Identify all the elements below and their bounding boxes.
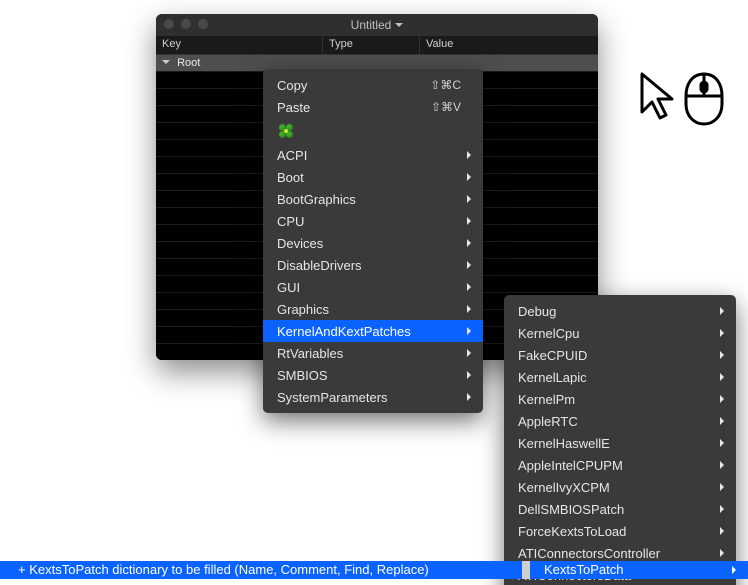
menu-item-label: Devices	[277, 236, 461, 251]
submenu-item[interactable]: KernelLapic	[504, 366, 736, 388]
traffic-lights[interactable]	[164, 19, 208, 29]
window-titlebar[interactable]: Untitled	[156, 14, 598, 36]
menu-item-label: SMBIOS	[277, 368, 461, 383]
submenu-item[interactable]: KernelHaswellE	[504, 432, 736, 454]
submenu-item[interactable]: AppleRTC	[504, 410, 736, 432]
menu-item-label: KernelAndKextPatches	[277, 324, 461, 339]
menu-item[interactable]: ACPI	[263, 144, 483, 166]
close-button[interactable]	[164, 19, 174, 29]
submenu-item-label: FakeCPUID	[518, 348, 714, 363]
column-headers: Key Type Value	[156, 36, 598, 55]
menu-item-label: GUI	[277, 280, 461, 295]
menu-item-label: BootGraphics	[277, 192, 461, 207]
column-header-key[interactable]: Key	[156, 36, 323, 54]
statusbar-selection[interactable]: KextsToPatch	[530, 561, 748, 579]
zoom-button[interactable]	[198, 19, 208, 29]
statusbar-divider	[522, 561, 530, 579]
menu-item[interactable]: SystemParameters	[263, 386, 483, 408]
menu-item-copy[interactable]: Copy ⇧⌘C	[263, 74, 483, 96]
menu-item-label: ACPI	[277, 148, 461, 163]
submenu-item[interactable]: DellSMBIOSPatch	[504, 498, 736, 520]
submenu-item[interactable]: KernelIvyXCPM	[504, 476, 736, 498]
menu-item-label: Paste	[277, 100, 411, 115]
menu-item-label: CPU	[277, 214, 461, 229]
submenu-item-label: KernelHaswellE	[518, 436, 714, 451]
menu-item[interactable]: BootGraphics	[263, 188, 483, 210]
context-submenu: Debug KernelCpu FakeCPUID KernelLapic Kernel…	[504, 295, 736, 585]
menu-item-label: DisableDrivers	[277, 258, 461, 273]
clover-icon	[277, 122, 295, 140]
root-key-label: Root	[177, 57, 200, 69]
minimize-button[interactable]	[181, 19, 191, 29]
menu-item[interactable]: SMBIOS	[263, 364, 483, 386]
submenu-item-label: DellSMBIOSPatch	[518, 502, 714, 517]
menu-item[interactable]: RtVariables	[263, 342, 483, 364]
menu-item[interactable]: Devices	[263, 232, 483, 254]
submenu-item[interactable]: FakeCPUID	[504, 344, 736, 366]
submenu-item-label: KernelPm	[518, 392, 714, 407]
menu-item[interactable]: Boot	[263, 166, 483, 188]
column-header-type[interactable]: Type	[323, 36, 420, 54]
window-title: Untitled	[351, 18, 392, 32]
column-header-value[interactable]: Value	[420, 36, 598, 54]
menu-item[interactable]: CPU	[263, 210, 483, 232]
cursor-and-mouse-icon	[634, 68, 734, 131]
disclosure-triangle-icon[interactable]	[162, 60, 170, 68]
menu-item-clover[interactable]	[263, 118, 483, 144]
menu-item-label: Copy	[277, 78, 410, 93]
submenu-item[interactable]: Debug	[504, 300, 736, 322]
menu-item-shortcut: ⇧⌘V	[431, 100, 461, 114]
submenu-item[interactable]: AppleIntelCPUPM	[504, 454, 736, 476]
menu-item[interactable]: KernelAndKextPatches	[263, 320, 483, 342]
submenu-item-label: ATIConnectorsController	[518, 546, 714, 561]
menu-item[interactable]: Graphics	[263, 298, 483, 320]
menu-item-label: SystemParameters	[277, 390, 461, 405]
submenu-item[interactable]: ForceKextsToLoad	[504, 520, 736, 542]
statusbar: + KextsToPatch dictionary to be filled (…	[0, 561, 748, 579]
menu-item-label: RtVariables	[277, 346, 461, 361]
submenu-item-label: KernelLapic	[518, 370, 714, 385]
submenu-item-label: Debug	[518, 304, 714, 319]
submenu-item-label: KernelIvyXCPM	[518, 480, 714, 495]
menu-item-paste[interactable]: Paste ⇧⌘V	[263, 96, 483, 118]
menu-item[interactable]: DisableDrivers	[263, 254, 483, 276]
menu-item-label: Graphics	[277, 302, 461, 317]
title-chevron-icon[interactable]	[391, 18, 403, 32]
submenu-item-label: KernelCpu	[518, 326, 714, 341]
menu-item-shortcut: ⇧⌘C	[430, 78, 461, 92]
menu-item[interactable]: GUI	[263, 276, 483, 298]
submenu-item[interactable]: KernelCpu	[504, 322, 736, 344]
statusbar-message: + KextsToPatch dictionary to be filled (…	[0, 561, 522, 579]
context-menu: Copy ⇧⌘C Paste ⇧⌘V ACPI Boot BootGraphics C…	[263, 69, 483, 413]
submenu-item-label: AppleRTC	[518, 414, 714, 429]
submenu-item-label: AppleIntelCPUPM	[518, 458, 714, 473]
menu-item-label: Boot	[277, 170, 461, 185]
submenu-item-label: ForceKextsToLoad	[518, 524, 714, 539]
submenu-item[interactable]: KernelPm	[504, 388, 736, 410]
